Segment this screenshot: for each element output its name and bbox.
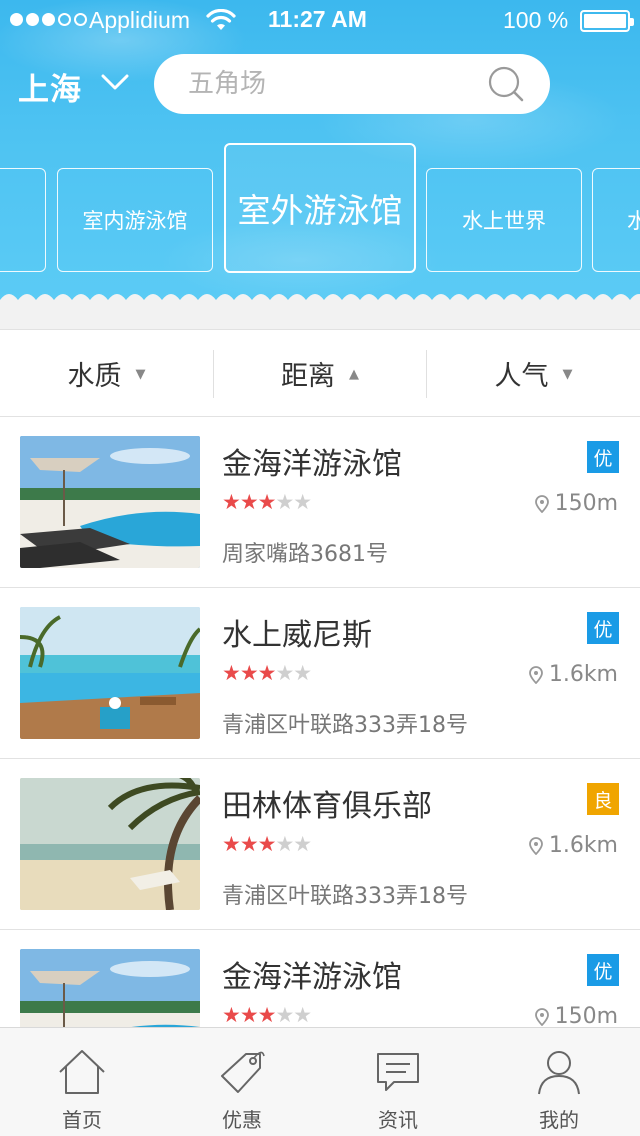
star-rating: ★★★★★ <box>222 490 312 514</box>
tab-label: 资讯 <box>378 1108 418 1132</box>
filter-label: 水质 <box>67 360 122 392</box>
venue-item[interactable]: 金海洋游泳馆 ★★★★★ 优 150m <box>0 930 640 1027</box>
venue-name: 水上威尼斯 <box>222 618 372 653</box>
venue-name: 田林体育俱乐部 <box>222 789 432 824</box>
user-icon <box>538 1051 580 1095</box>
venue-distance: 1.6km <box>528 833 618 858</box>
clock: 11:27 AM <box>268 6 367 32</box>
venue-distance: 150m <box>534 491 618 516</box>
venue-item[interactable]: 水上威尼斯 ★★★★★ 青浦区叶联路333弄18号 优 1.6km <box>0 588 640 759</box>
category-label: 室外游泳馆 <box>237 191 403 230</box>
venue-distance: 150m <box>534 1004 618 1027</box>
venue-photo <box>20 778 200 910</box>
filter-popularity[interactable]: 人气 ▼ <box>427 330 640 416</box>
chevron-down-icon[interactable] <box>100 72 130 92</box>
tag-icon <box>221 1051 265 1093</box>
carrier-name: Applidium <box>89 7 190 33</box>
water-quality-badge: 优 <box>587 441 619 473</box>
wave-divider <box>0 294 640 310</box>
water-quality-badge: 优 <box>587 612 619 644</box>
venue-photo <box>20 607 200 739</box>
filter-water-quality[interactable]: 水质 ▼ <box>0 330 213 416</box>
venue-item[interactable]: 金海洋游泳馆 ★★★★★ 周家嘴路3681号 优 150m <box>0 417 640 588</box>
venue-photo <box>20 949 200 1027</box>
message-icon <box>377 1053 419 1091</box>
venue-photo <box>20 436 200 568</box>
category-water-world[interactable]: 水上世界 <box>426 168 582 272</box>
city-selector[interactable]: 上海 <box>18 64 82 109</box>
category-indoor-pool[interactable]: 室内游泳馆 <box>57 168 213 272</box>
filter-label: 人气 <box>494 360 549 392</box>
tab-label: 优惠 <box>222 1108 262 1132</box>
location-pin-icon <box>528 836 543 855</box>
sort-down-icon: ▼ <box>135 366 146 382</box>
battery-icon <box>580 10 634 32</box>
tab-label: 我的 <box>539 1108 579 1132</box>
category-partial-left[interactable] <box>0 168 46 272</box>
tab-bar: 首页 优惠 资讯 我的 <box>0 1027 640 1136</box>
category-label: 室内游泳馆 <box>82 209 188 233</box>
location-pin-icon <box>528 665 543 684</box>
location-pin-icon <box>534 1007 549 1026</box>
home-icon <box>59 1050 105 1094</box>
wifi-icon <box>206 9 236 30</box>
filter-distance[interactable]: 距离 ▲ <box>214 330 426 416</box>
location-pin-icon <box>534 494 549 513</box>
star-rating: ★★★★★ <box>222 832 312 856</box>
tab-profile[interactable]: 我的 <box>479 1028 639 1136</box>
venue-address: 青浦区叶联路333弄18号 <box>222 713 468 738</box>
star-rating: ★★★★★ <box>222 1003 312 1027</box>
water-quality-badge: 良 <box>587 783 619 815</box>
venue-name: 金海洋游泳馆 <box>222 960 402 995</box>
water-quality-badge: 优 <box>587 954 619 986</box>
battery-percentage: 100 % <box>503 7 569 33</box>
star-rating: ★★★★★ <box>222 661 312 685</box>
search-input[interactable] <box>188 67 478 101</box>
category-partial-right[interactable]: 水 <box>592 168 640 272</box>
category-outdoor-pool[interactable]: 室外游泳馆 <box>224 143 416 273</box>
status-bar: Applidium 11:27 AM 100 % <box>0 0 640 40</box>
tab-home[interactable]: 首页 <box>2 1028 162 1136</box>
filter-bar: 水质 ▼ 距离 ▲ 人气 ▼ <box>0 329 640 417</box>
venue-list: 金海洋游泳馆 ★★★★★ 周家嘴路3681号 优 150m 水上威尼斯 ★★★★… <box>0 417 640 1027</box>
category-label: 水 <box>627 205 640 235</box>
venue-address: 周家嘴路3681号 <box>222 542 388 567</box>
venue-item[interactable]: 田林体育俱乐部 ★★★★★ 青浦区叶联路333弄18号 良 1.6km <box>0 759 640 930</box>
search-bar[interactable] <box>154 54 550 114</box>
filter-label: 距离 <box>281 360 335 392</box>
tab-news[interactable]: 资讯 <box>318 1028 478 1136</box>
tab-deals[interactable]: 优惠 <box>162 1028 322 1136</box>
category-label: 水上世界 <box>462 209 546 233</box>
venue-name: 金海洋游泳馆 <box>222 447 402 482</box>
signal-strength-icon <box>10 13 87 26</box>
sort-down-icon: ▼ <box>562 366 573 382</box>
header: Applidium 11:27 AM 100 % 上海 室内游泳馆 室外游泳馆 … <box>0 0 640 300</box>
search-icon[interactable] <box>486 64 526 104</box>
venue-address: 青浦区叶联路333弄18号 <box>222 884 468 909</box>
venue-distance: 1.6km <box>528 662 618 687</box>
sort-up-icon: ▲ <box>349 366 359 382</box>
tab-label: 首页 <box>62 1108 102 1132</box>
